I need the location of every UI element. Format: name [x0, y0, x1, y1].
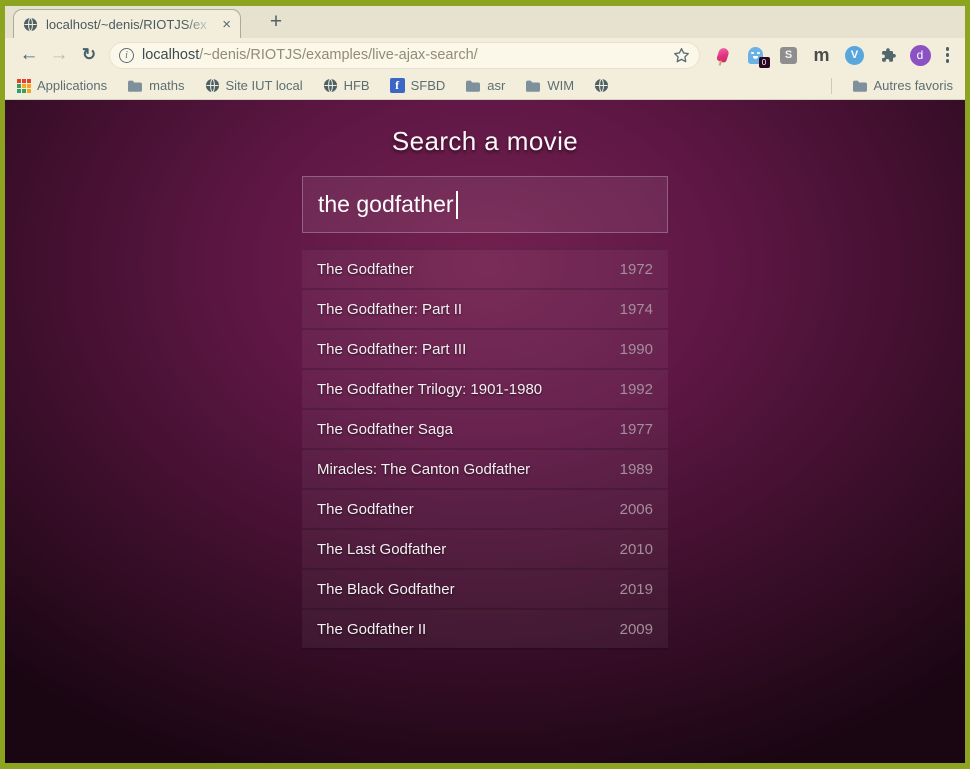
bookmarks-divider — [831, 78, 832, 94]
tab-strip: localhost/~denis/RIOTJS/ex × + — [5, 6, 965, 38]
movie-year: 1974 — [620, 301, 653, 318]
movie-title: The Godfather Saga — [317, 421, 453, 438]
movie-year: 2019 — [620, 581, 653, 598]
bookmark-item-asr[interactable]: asr — [465, 78, 505, 93]
new-tab-button[interactable]: + — [261, 8, 291, 36]
bookmark-item[interactable] — [594, 78, 609, 93]
globe-favicon-icon — [23, 17, 38, 32]
bookmarks-bar: Applications maths Site IUT local HFB f SFBD a… — [5, 72, 965, 100]
movie-title: The Godfather — [317, 501, 414, 518]
forward-button[interactable]: → — [45, 41, 73, 69]
movie-title: The Godfather II — [317, 621, 426, 638]
movie-title: The Last Godfather — [317, 541, 446, 558]
url-text: localhost/~denis/RIOTJS/examples/live-aj… — [142, 47, 665, 63]
text-caret — [456, 191, 458, 219]
result-row[interactable]: The Godfather: Part III 1990 — [302, 328, 668, 368]
bookmark-item-applications[interactable]: Applications — [17, 78, 107, 93]
movie-year: 2009 — [620, 621, 653, 638]
browser-window: localhost/~denis/RIOTJS/ex × + ← → ↻ i l… — [5, 6, 965, 763]
apps-grid-icon — [17, 79, 31, 93]
folder-icon — [525, 79, 541, 93]
extension-icons: 0 S m V d — [708, 43, 956, 67]
movie-title: Miracles: The Canton Godfather — [317, 461, 530, 478]
result-row[interactable]: The Godfather Trilogy: 1901-1980 1992 — [302, 368, 668, 408]
globe-icon — [594, 78, 609, 93]
results-list: The Godfather 1972 The Godfather: Part II 1… — [302, 248, 668, 650]
movie-title: The Godfather: Part II — [317, 301, 462, 318]
page-title: Search a movie — [302, 126, 668, 157]
extensions-puzzle-icon[interactable] — [877, 43, 899, 67]
tab-title: localhost/~denis/RIOTJS/ex — [46, 17, 214, 32]
other-bookmarks-label: Autres favoris — [874, 78, 953, 93]
movie-year: 2010 — [620, 541, 653, 558]
extension-badge: 0 — [759, 57, 770, 68]
browser-tab[interactable]: localhost/~denis/RIOTJS/ex × — [13, 9, 241, 38]
url-path: /~denis/RIOTJS/examples/live-ajax-search… — [199, 47, 477, 63]
result-row[interactable]: The Godfather II 2009 — [302, 608, 668, 648]
folder-icon — [852, 79, 868, 93]
browser-menu-icon[interactable] — [942, 47, 956, 63]
bookmark-label: maths — [149, 78, 184, 93]
movie-year: 1977 — [620, 421, 653, 438]
movie-year: 1990 — [620, 341, 653, 358]
result-row[interactable]: The Godfather: Part II 1974 — [302, 288, 668, 328]
folder-icon — [465, 79, 481, 93]
bookmark-label: asr — [487, 78, 505, 93]
other-bookmarks-button[interactable]: Autres favoris — [852, 78, 953, 93]
web-page: Search a movie the godfather The Godfath… — [5, 100, 965, 763]
pink-popsicle-extension-icon[interactable] — [712, 43, 734, 67]
bookmark-label: WIM — [547, 78, 574, 93]
bookmark-item-site-iut-local[interactable]: Site IUT local — [205, 78, 303, 93]
folder-icon — [127, 79, 143, 93]
blue-circle-extension-icon[interactable]: V — [844, 43, 866, 67]
bookmark-item-sfbd[interactable]: f SFBD — [390, 78, 446, 93]
bookmark-label: SFBD — [411, 78, 446, 93]
bookmark-label: HFB — [344, 78, 370, 93]
result-row[interactable]: The Last Godfather 2010 — [302, 528, 668, 568]
result-row[interactable]: The Godfather 2006 — [302, 488, 668, 528]
movie-year: 1989 — [620, 461, 653, 478]
reload-button[interactable]: ↻ — [75, 41, 103, 69]
result-row[interactable]: The Godfather Saga 1977 — [302, 408, 668, 448]
address-bar[interactable]: i localhost/~denis/RIOTJS/examples/live-… — [109, 42, 700, 69]
facebook-icon: f — [390, 78, 405, 93]
s-extension-icon[interactable]: S — [778, 43, 800, 67]
profile-avatar[interactable]: d — [910, 45, 931, 66]
movie-year: 1992 — [620, 381, 653, 398]
bookmark-star-icon[interactable] — [673, 47, 690, 64]
search-input-value: the godfather — [318, 191, 454, 218]
back-button[interactable]: ← — [15, 41, 43, 69]
page-info-icon[interactable]: i — [119, 48, 134, 63]
bookmark-label: Site IUT local — [226, 78, 303, 93]
globe-icon — [323, 78, 338, 93]
movie-title: The Godfather: Part III — [317, 341, 466, 358]
ghost-extension-icon[interactable]: 0 — [745, 43, 767, 67]
bookmark-item-hfb[interactable]: HFB — [323, 78, 370, 93]
navigation-toolbar: ← → ↻ i localhost/~denis/RIOTJS/examples… — [5, 38, 965, 72]
movie-year: 2006 — [620, 501, 653, 518]
bookmark-item-maths[interactable]: maths — [127, 78, 184, 93]
m-extension-icon[interactable]: m — [811, 43, 833, 67]
movie-title: The Godfather — [317, 261, 414, 278]
result-row[interactable]: Miracles: The Canton Godfather 1989 — [302, 448, 668, 488]
bookmark-label: Applications — [37, 78, 107, 93]
movie-year: 1972 — [620, 261, 653, 278]
globe-icon — [205, 78, 220, 93]
result-row[interactable]: The Godfather 1972 — [302, 248, 668, 288]
movie-title: The Godfather Trilogy: 1901-1980 — [317, 381, 542, 398]
movie-title: The Black Godfather — [317, 581, 455, 598]
tab-close-icon[interactable]: × — [222, 17, 231, 32]
bookmark-item-wim[interactable]: WIM — [525, 78, 574, 93]
result-row[interactable]: The Black Godfather 2019 — [302, 568, 668, 608]
url-host: localhost — [142, 47, 199, 63]
movie-search-input[interactable]: the godfather — [302, 176, 668, 233]
